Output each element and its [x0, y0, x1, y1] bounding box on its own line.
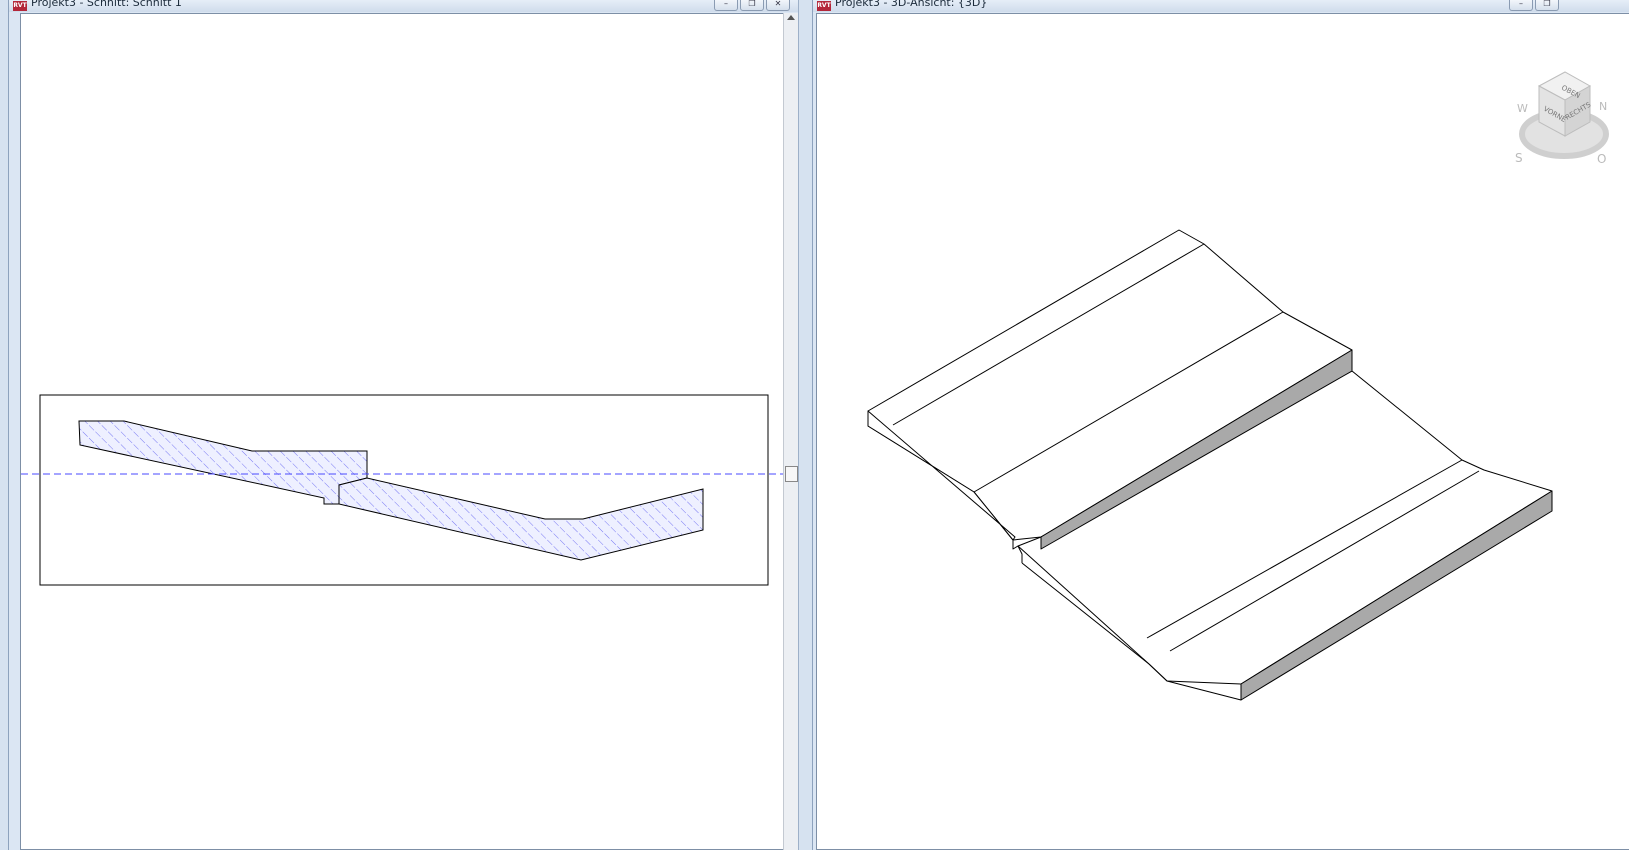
- compass-north-label[interactable]: N: [1599, 100, 1607, 113]
- window-splitter[interactable]: [798, 0, 813, 850]
- revit-app-icon: RVT: [13, 1, 27, 11]
- window-controls: – ❐ ✕: [714, 0, 790, 11]
- section-drawing-area[interactable]: [20, 13, 784, 850]
- viewcube-icon[interactable]: OBEN VORNE RECHTS N W S O: [1509, 64, 1609, 164]
- compass-south-label[interactable]: S: [1515, 151, 1523, 164]
- 3d-view-titlebar[interactable]: RVT Projekt3 - 3D-Ansicht: {3D} – ❐: [813, 0, 1629, 12]
- restore-button[interactable]: ❐: [1535, 0, 1559, 11]
- section-view-titlebar[interactable]: RVT Projekt3 - Schnitt: Schnitt 1 – ❐ ✕: [9, 0, 798, 12]
- compass-west-label[interactable]: W: [1517, 102, 1528, 115]
- 3d-drawing-area[interactable]: OBEN VORNE RECHTS N W S O: [816, 13, 1629, 850]
- section-cut-profile[interactable]: [78, 420, 368, 505]
- revit-app-icon: RVT: [817, 1, 831, 11]
- restore-button[interactable]: ❐: [740, 0, 764, 11]
- section-view-window[interactable]: RVT Projekt3 - Schnitt: Schnitt 1 – ❐ ✕: [8, 0, 799, 850]
- compass-east-label[interactable]: O: [1597, 152, 1606, 164]
- minimize-button[interactable]: –: [1509, 0, 1533, 11]
- scroll-thumb[interactable]: [785, 466, 798, 482]
- groove-notch[interactable]: [1012, 540, 1023, 563]
- window-controls: – ❐: [1509, 0, 1559, 11]
- 3d-view-window[interactable]: RVT Projekt3 - 3D-Ansicht: {3D} – ❐ OBEN…: [812, 0, 1629, 850]
- minimize-button[interactable]: –: [714, 0, 738, 11]
- section-drawing: [21, 394, 784, 586]
- window-title: Projekt3 - Schnitt: Schnitt 1: [31, 0, 182, 9]
- close-button[interactable]: ✕: [766, 0, 790, 11]
- window-title: Projekt3 - 3D-Ansicht: {3D}: [835, 0, 988, 9]
- vertical-scrollbar[interactable]: [783, 13, 798, 850]
- 3d-model-drawing: [867, 229, 1553, 701]
- section-cut-profile-lower[interactable]: [338, 477, 704, 561]
- scroll-up-arrow-icon[interactable]: [787, 15, 795, 20]
